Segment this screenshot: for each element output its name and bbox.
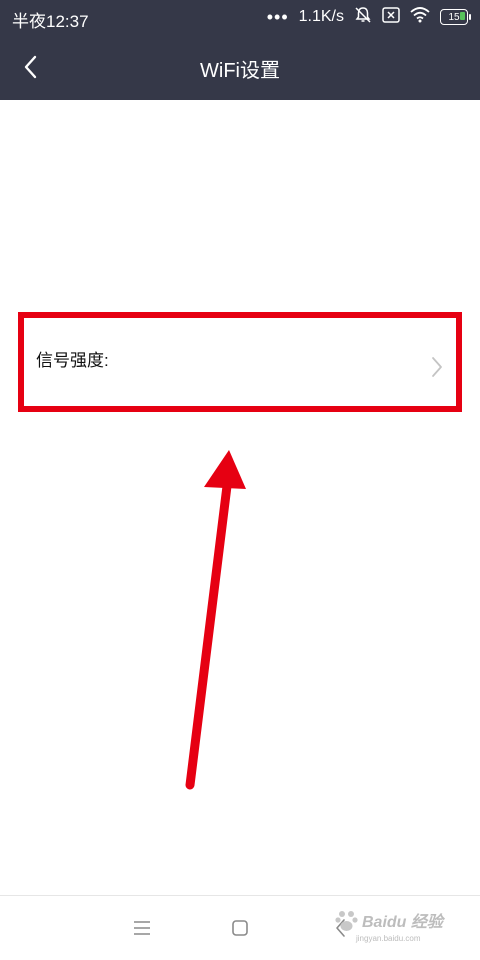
baidu-watermark: Baidu 经验 jingyan.baidu.com — [334, 906, 454, 950]
signal-strength-label: 信号强度: — [36, 351, 109, 370]
battery-level: 15 — [448, 11, 460, 23]
network-speed: 1.1K/s — [298, 8, 344, 25]
app-bar: WiFi设置 — [0, 34, 480, 100]
status-time: 半夜12:37 — [12, 12, 89, 31]
watermark-url: jingyan.baidu.com — [356, 934, 421, 943]
signal-strength-row[interactable]: 信号强度: — [18, 312, 462, 412]
home-icon — [232, 920, 248, 936]
page-title: WiFi设置 — [200, 60, 280, 82]
system-nav-bar: Baidu 经验 jingyan.baidu.com — [0, 895, 480, 960]
menu-icon — [134, 921, 150, 935]
menu-button[interactable] — [127, 914, 157, 942]
chevron-right-icon — [432, 357, 442, 377]
status-more-dots: ••• — [266, 6, 289, 27]
watermark-text: Baidu 经验 — [362, 914, 443, 931]
baidu-paw-icon — [335, 911, 358, 931]
battery-icon: 15 — [440, 9, 471, 25]
status-bar: 半夜12:37 ••• 1.1K/s 15 — [0, 0, 480, 34]
home-button[interactable] — [225, 914, 255, 942]
wifi-icon — [410, 6, 430, 28]
annotation-arrow-shaft — [185, 465, 234, 790]
battery-fill — [460, 12, 465, 20]
mute-bell-icon — [354, 6, 372, 29]
annotation-arrow — [185, 450, 246, 790]
sim-x-icon — [382, 6, 400, 28]
status-icons: ••• 1.1K/s 15 — [266, 6, 471, 29]
annotation-arrow-head — [204, 450, 246, 489]
